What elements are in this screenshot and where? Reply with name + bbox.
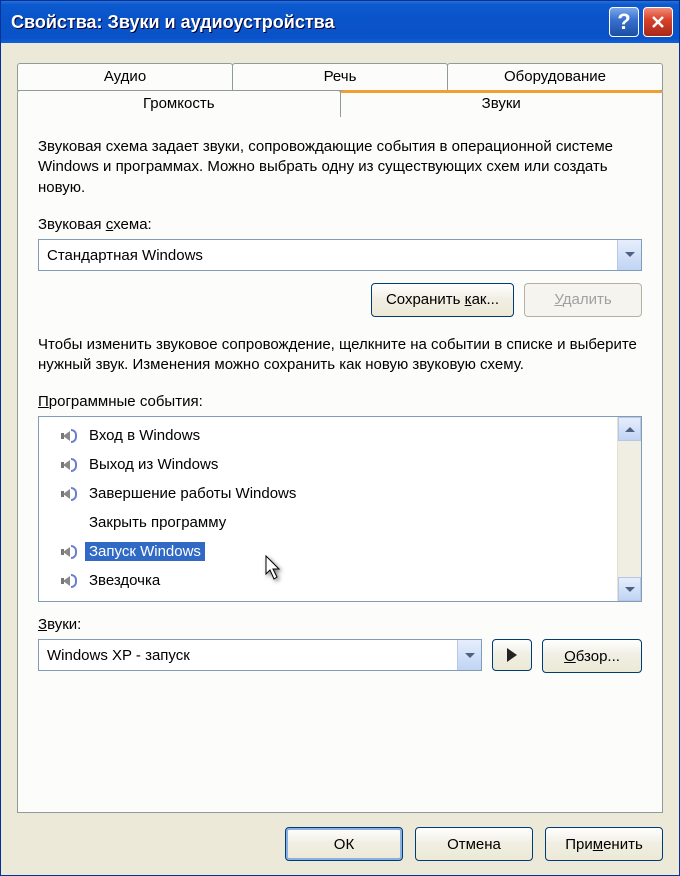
sounds-label: Звуки: (38, 616, 642, 633)
list-item-label: Звездочка (85, 571, 164, 590)
speaker-icon (61, 574, 77, 588)
speaker-icon (61, 458, 77, 472)
tab-sounds[interactable]: Звуки (340, 90, 664, 117)
list-item[interactable]: Вход в Windows (39, 421, 617, 450)
close-icon (651, 15, 665, 29)
list-item[interactable]: Звездочка (39, 566, 617, 595)
speaker-icon-slot (57, 545, 81, 559)
scheme-buttons: Сохранить как... Удалить (38, 283, 642, 317)
scheme-dropdown-arrow[interactable] (617, 240, 641, 270)
window-title: Свойства: Звуки и аудиоустройства (11, 12, 605, 33)
speaker-icon-slot (57, 429, 81, 443)
sound-file-combo[interactable]: Windows XP - запуск (38, 639, 482, 671)
delete-button: Удалить (524, 283, 642, 317)
list-item[interactable]: Завершение работы Windows (39, 479, 617, 508)
chevron-up-icon (625, 427, 635, 432)
speaker-icon (61, 487, 77, 501)
list-item-label: Запуск Windows (85, 542, 205, 561)
dialog-buttons: ОК Отмена Применить (17, 813, 663, 861)
browse-button[interactable]: Обзор... (542, 639, 642, 673)
scroll-track[interactable] (618, 441, 641, 577)
list-item[interactable]: Закрыть программу (39, 508, 617, 537)
list-item[interactable]: Выход из Windows (39, 450, 617, 479)
chevron-down-icon (625, 587, 635, 592)
dialog-content: Аудио Речь Оборудование Громкость Звуки … (1, 43, 679, 875)
save-as-button[interactable]: Сохранить как... (371, 283, 514, 317)
events-list: Вход в Windows Выход из Windows Завершение… (39, 417, 617, 601)
speaker-icon (61, 545, 77, 559)
speaker-icon-slot (57, 458, 81, 472)
events-description: Чтобы изменить звуковое сопровождение, щ… (38, 335, 642, 376)
scheme-description: Звуковая схема задает звуки, сопровождаю… (38, 137, 642, 198)
sound-file-dropdown-arrow[interactable] (457, 640, 481, 670)
help-button[interactable]: ? (609, 7, 639, 37)
play-button[interactable] (492, 639, 532, 671)
speaker-icon-slot (57, 487, 81, 501)
sound-file-value: Windows XP - запуск (39, 640, 457, 670)
list-item-label: Закрыть программу (85, 513, 230, 532)
list-item-label: Выход из Windows (85, 455, 222, 474)
scrollbar[interactable] (617, 417, 641, 601)
titlebar: Свойства: Звуки и аудиоустройства ? (1, 1, 679, 43)
tabs-row-back: Аудио Речь Оборудование (17, 63, 663, 91)
tab-speech[interactable]: Речь (232, 63, 448, 91)
sounds-row: Windows XP - запуск Обзор... (38, 639, 642, 673)
apply-button[interactable]: Применить (545, 827, 663, 861)
events-label: Программные события: (38, 393, 642, 410)
scroll-up-button[interactable] (618, 417, 641, 441)
speaker-icon-slot (57, 574, 81, 588)
help-icon: ? (617, 9, 630, 35)
tab-hardware[interactable]: Оборудование (447, 63, 663, 91)
play-icon (507, 648, 517, 662)
close-button[interactable] (643, 7, 673, 37)
sounds-panel: Звуковая схема задает звуки, сопровождаю… (17, 116, 663, 813)
properties-dialog: Свойства: Звуки и аудиоустройства ? Ауди… (0, 0, 680, 876)
speaker-icon (61, 429, 77, 443)
chevron-down-icon (625, 252, 635, 257)
chevron-down-icon (465, 653, 475, 658)
scroll-down-button[interactable] (618, 577, 641, 601)
events-listbox[interactable]: Вход в Windows Выход из Windows Завершение… (38, 416, 642, 602)
cancel-button[interactable]: Отмена (415, 827, 533, 861)
scheme-label: Звуковая схема: (38, 216, 642, 233)
scheme-combo[interactable]: Стандартная Windows (38, 239, 642, 271)
scheme-value: Стандартная Windows (39, 240, 617, 270)
list-item-label: Вход в Windows (85, 426, 204, 445)
tab-audio[interactable]: Аудио (17, 63, 233, 91)
list-item[interactable]: Запуск Windows (39, 537, 617, 566)
tabs-row-front: Громкость Звуки (17, 90, 663, 117)
ok-button[interactable]: ОК (285, 827, 403, 861)
list-item-label: Завершение работы Windows (85, 484, 300, 503)
tab-volume[interactable]: Громкость (17, 90, 341, 117)
